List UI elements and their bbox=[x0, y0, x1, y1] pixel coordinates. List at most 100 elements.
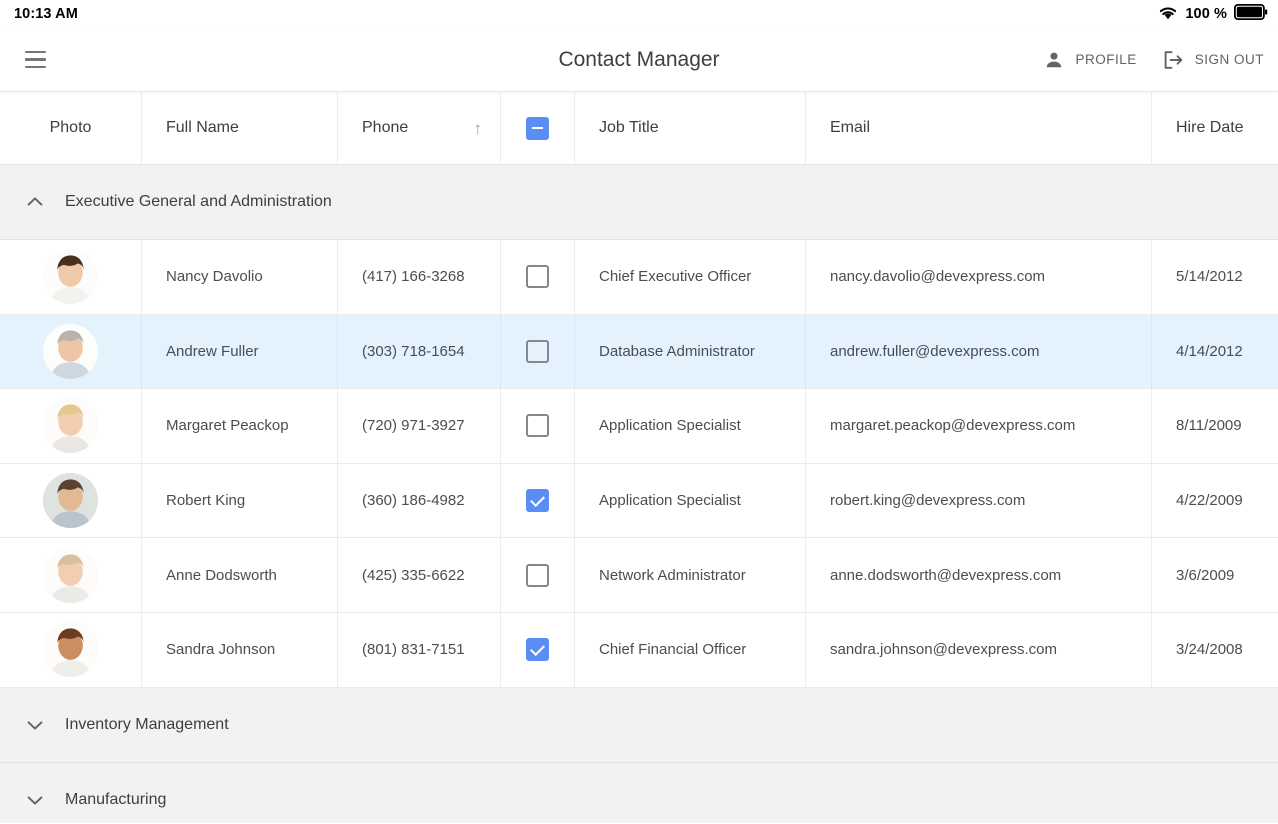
avatar bbox=[43, 622, 98, 677]
contact-full-name: Robert King bbox=[166, 492, 245, 509]
logout-icon bbox=[1163, 50, 1184, 70]
row-select-checkbox[interactable] bbox=[526, 340, 549, 363]
contact-job-title: Database Administrator bbox=[599, 343, 755, 360]
contacts-grid: Photo Full Name Phone ↑ Job Title Email … bbox=[0, 92, 1278, 823]
contact-full-name: Sandra Johnson bbox=[166, 641, 275, 658]
column-header-full-name-label: Full Name bbox=[166, 119, 239, 137]
contact-job-title-cell: Chief Executive Officer bbox=[575, 240, 806, 314]
contact-job-title-cell: Chief Financial Officer bbox=[575, 613, 806, 687]
column-header-email-label: Email bbox=[830, 119, 870, 137]
table-row[interactable]: Nancy Davolio (417) 166-3268 Chief Executi… bbox=[0, 240, 1278, 315]
contact-full-name: Andrew Fuller bbox=[166, 343, 259, 360]
sort-ascending-icon[interactable]: ↑ bbox=[474, 120, 483, 137]
menu-bar-2 bbox=[25, 58, 46, 61]
table-row[interactable]: Margaret Peackop (720) 971-3927 Applicatio… bbox=[0, 389, 1278, 464]
contact-job-title: Application Specialist bbox=[599, 492, 741, 509]
column-header-photo[interactable]: Photo bbox=[0, 92, 142, 164]
contact-phone-cell: (720) 971-3927 bbox=[338, 389, 501, 463]
profile-button[interactable]: PROFILE bbox=[1044, 50, 1136, 70]
contact-email: nancy.davolio@devexpress.com bbox=[830, 268, 1045, 285]
column-header-hire-date[interactable]: Hire Date bbox=[1152, 92, 1278, 164]
contact-full-name-cell: Andrew Fuller bbox=[142, 315, 338, 389]
contact-phone-cell: (801) 831-7151 bbox=[338, 613, 501, 687]
table-row[interactable]: Robert King(360) 186-4982Application Spe… bbox=[0, 464, 1278, 539]
chevron-down-icon[interactable] bbox=[20, 710, 50, 740]
status-bar: 10:13 AM 100 % bbox=[0, 0, 1278, 28]
select-all-checkbox[interactable] bbox=[526, 117, 549, 140]
contact-hire-date-cell: 8/11/2009 bbox=[1152, 389, 1278, 463]
contact-select-cell[interactable] bbox=[501, 315, 575, 389]
person-icon bbox=[1044, 50, 1064, 70]
contact-job-title-cell: Application Specialist bbox=[575, 389, 806, 463]
contact-email-cell: andrew.fuller@devexpress.com bbox=[806, 315, 1152, 389]
contact-email-cell: sandra.johnson@devexpress.com bbox=[806, 613, 1152, 687]
contact-hire-date: 3/24/2008 bbox=[1176, 641, 1243, 658]
contact-select-cell[interactable] bbox=[501, 613, 575, 687]
contact-phone: (801) 831-7151 bbox=[362, 641, 465, 658]
column-header-full-name[interactable]: Full Name bbox=[142, 92, 338, 164]
contact-email: margaret.peackop@devexpress.com bbox=[830, 417, 1075, 434]
grid-viewport[interactable]: Photo Full Name Phone ↑ Job Title Email … bbox=[0, 92, 1278, 823]
contact-select-cell[interactable] bbox=[501, 240, 575, 314]
row-select-checkbox[interactable] bbox=[526, 564, 549, 587]
group-header-row[interactable]: Inventory Management bbox=[0, 688, 1278, 763]
group-header-label: Inventory Management bbox=[65, 716, 229, 734]
contact-phone: (417) 166-3268 bbox=[362, 268, 465, 285]
app-bar: Contact Manager PROFILE SIGN OUT bbox=[0, 28, 1278, 92]
contact-full-name-cell: Margaret Peackop bbox=[142, 389, 338, 463]
avatar bbox=[43, 473, 98, 528]
contact-phone-cell: (425) 335-6622 bbox=[338, 538, 501, 612]
row-select-checkbox[interactable] bbox=[526, 489, 549, 512]
contact-full-name-cell: Robert King bbox=[142, 464, 338, 538]
chevron-up-icon[interactable] bbox=[20, 187, 50, 217]
contact-phone: (425) 335-6622 bbox=[362, 567, 465, 584]
contact-full-name: Nancy Davolio bbox=[166, 268, 263, 285]
contact-hire-date: 4/14/2012 bbox=[1176, 343, 1243, 360]
contact-full-name-cell: Sandra Johnson bbox=[142, 613, 338, 687]
contact-email-cell: nancy.davolio@devexpress.com bbox=[806, 240, 1152, 314]
contact-job-title: Application Specialist bbox=[599, 417, 741, 434]
row-select-checkbox[interactable] bbox=[526, 638, 549, 661]
column-header-job-title[interactable]: Job Title bbox=[575, 92, 806, 164]
contact-hire-date: 3/6/2009 bbox=[1176, 567, 1234, 584]
contact-select-cell[interactable] bbox=[501, 538, 575, 612]
column-header-email[interactable]: Email bbox=[806, 92, 1152, 164]
contact-email: sandra.johnson@devexpress.com bbox=[830, 641, 1057, 658]
contact-hire-date-cell: 3/6/2009 bbox=[1152, 538, 1278, 612]
contact-phone-cell: (303) 718-1654 bbox=[338, 315, 501, 389]
group-header-row[interactable]: Manufacturing bbox=[0, 763, 1278, 823]
contact-email-cell: margaret.peackop@devexpress.com bbox=[806, 389, 1152, 463]
contact-job-title-cell: Application Specialist bbox=[575, 464, 806, 538]
contact-email: andrew.fuller@devexpress.com bbox=[830, 343, 1040, 360]
column-header-select-all[interactable] bbox=[501, 92, 575, 164]
chevron-down-icon[interactable] bbox=[20, 785, 50, 815]
contact-email: anne.dodsworth@devexpress.com bbox=[830, 567, 1061, 584]
contact-email: robert.king@devexpress.com bbox=[830, 492, 1025, 509]
contact-job-title: Chief Financial Officer bbox=[599, 641, 746, 658]
contact-photo-cell bbox=[0, 538, 142, 612]
app-bar-actions: PROFILE SIGN OUT bbox=[1044, 50, 1264, 70]
row-select-checkbox[interactable] bbox=[526, 414, 549, 437]
group-header-row[interactable]: Executive General and Administration bbox=[0, 165, 1278, 240]
table-row[interactable]: Sandra Johnson (801) 831-7151 Chief Financ… bbox=[0, 613, 1278, 688]
contact-job-title: Chief Executive Officer bbox=[599, 268, 751, 285]
grid-header-row: Photo Full Name Phone ↑ Job Title Email … bbox=[0, 92, 1278, 165]
contact-photo-cell bbox=[0, 389, 142, 463]
hamburger-menu-icon[interactable] bbox=[18, 43, 52, 77]
sign-out-button[interactable]: SIGN OUT bbox=[1163, 50, 1264, 70]
table-row[interactable]: Andrew Fuller (303) 718-1654 Database Admi… bbox=[0, 315, 1278, 390]
contact-phone-cell: (417) 166-3268 bbox=[338, 240, 501, 314]
contact-full-name-cell: Anne Dodsworth bbox=[142, 538, 338, 612]
contact-select-cell[interactable] bbox=[501, 464, 575, 538]
contact-job-title-cell: Network Administrator bbox=[575, 538, 806, 612]
battery-percent-label: 100 % bbox=[1185, 6, 1227, 22]
contact-hire-date: 8/11/2009 bbox=[1176, 417, 1242, 434]
row-select-checkbox[interactable] bbox=[526, 265, 549, 288]
column-header-phone[interactable]: Phone ↑ bbox=[338, 92, 501, 164]
contact-select-cell[interactable] bbox=[501, 389, 575, 463]
contact-full-name: Margaret Peackop bbox=[166, 417, 289, 434]
contact-email-cell: robert.king@devexpress.com bbox=[806, 464, 1152, 538]
menu-bar-1 bbox=[25, 51, 46, 54]
table-row[interactable]: Anne Dodsworth (425) 335-6622 Network Admi… bbox=[0, 538, 1278, 613]
contact-phone: (303) 718-1654 bbox=[362, 343, 465, 360]
